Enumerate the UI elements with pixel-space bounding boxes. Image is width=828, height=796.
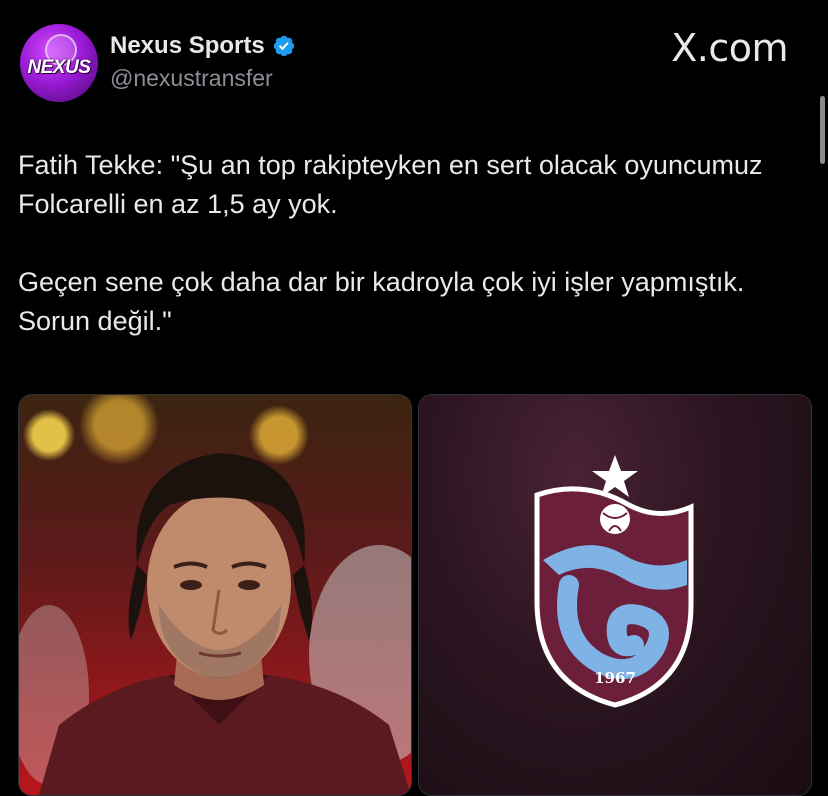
author-handle[interactable]: @nexustransfer — [110, 65, 273, 92]
media-photo-coach[interactable] — [18, 394, 412, 796]
trabzonspor-badge-icon: 1967 — [534, 455, 694, 708]
tweet-text: Fatih Tekke: "Şu an top rakipteyken en s… — [18, 146, 788, 341]
verified-badge-icon — [273, 35, 294, 57]
tweet-paragraph: Fatih Tekke: "Şu an top rakipteyken en s… — [18, 150, 763, 219]
coach-photo-illustration — [19, 453, 411, 795]
badge-year: 1967 — [594, 669, 636, 687]
tweet-paragraph: Geçen sene çok daha dar bir kadroyla çok… — [18, 267, 745, 336]
scrollbar[interactable] — [820, 96, 825, 164]
tweet-header: NEXUS Nexus Sports @nexustransfer X.com — [20, 24, 810, 104]
avatar-logo-text: NEXUS — [27, 57, 91, 78]
avatar[interactable]: NEXUS — [20, 24, 98, 102]
site-watermark: X.com — [671, 26, 788, 70]
media-club-badge[interactable]: 1967 — [418, 394, 812, 796]
author-name-row[interactable]: Nexus Sports — [110, 32, 296, 60]
author-display-name[interactable]: Nexus Sports — [110, 32, 265, 60]
